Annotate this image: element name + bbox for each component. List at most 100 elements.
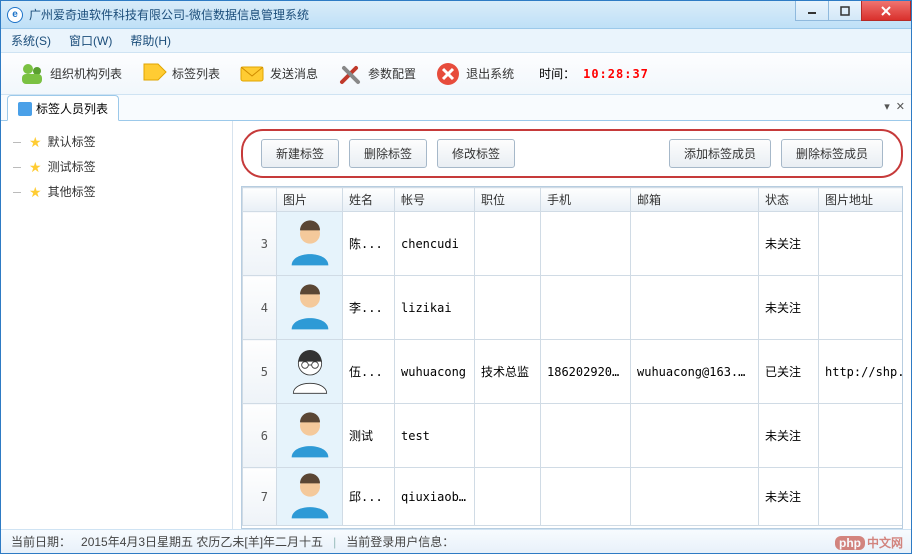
watermark: phpphp中文网中文网 <box>835 534 903 551</box>
table-row[interactable]: 4李...lizikai未关注 <box>243 276 904 340</box>
menu-help[interactable]: 帮助(H) <box>130 32 171 49</box>
col-row[interactable] <box>243 188 277 212</box>
tab-controls: ▾ ✕ <box>884 100 905 113</box>
cell-position <box>475 276 541 340</box>
col-pic[interactable]: 图片 <box>277 188 343 212</box>
cell-status: 未关注 <box>759 404 819 468</box>
cell-pic <box>277 212 343 276</box>
col-phone[interactable]: 手机 <box>541 188 631 212</box>
cell-url: http://shp.qpi <box>819 340 904 404</box>
time-label: 时间： <box>539 65 575 82</box>
cell-status: 未关注 <box>759 276 819 340</box>
maximize-button[interactable] <box>828 1 862 21</box>
tb-tag-list[interactable]: 标签列表 <box>133 55 227 93</box>
tree-item-test[interactable]: ★ 测试标签 <box>5 154 228 179</box>
new-tag-button[interactable]: 新建标签 <box>261 139 339 168</box>
cell-pic <box>277 404 343 468</box>
cell-position <box>475 404 541 468</box>
tb-params[interactable]: 参数配置 <box>329 55 423 93</box>
edit-tag-button[interactable]: 修改标签 <box>437 139 515 168</box>
tb-org-list[interactable]: 组织机构列表 <box>11 55 129 93</box>
star-icon: ★ <box>29 160 42 174</box>
menu-window[interactable]: 窗口(W) <box>69 32 112 49</box>
users-icon <box>18 60 46 88</box>
menu-system[interactable]: 系统(S) <box>11 32 51 49</box>
cell-position: 技术总监 <box>475 340 541 404</box>
tree-label: 测试标签 <box>48 158 96 175</box>
tools-icon <box>336 60 364 88</box>
mail-icon <box>238 60 266 88</box>
row-number: 4 <box>243 276 277 340</box>
tb-send-message[interactable]: 发送消息 <box>231 55 325 93</box>
tb-label: 退出系统 <box>466 65 514 82</box>
col-name[interactable]: 姓名 <box>343 188 395 212</box>
cell-url <box>819 468 904 526</box>
row-number: 7 <box>243 468 277 526</box>
exit-icon <box>434 60 462 88</box>
cell-account: qiuxiaobin <box>395 468 475 526</box>
status-date-value: 2015年4月3日星期五 农历乙未[羊]年二月十五 <box>81 533 323 550</box>
tab-menu-button[interactable]: ▾ <box>884 100 890 113</box>
cell-pic <box>277 468 343 526</box>
cell-phone <box>541 468 631 526</box>
main-area: ★ 默认标签 ★ 测试标签 ★ 其他标签 新建标签 删除标签 修改标签 添加标签成员 … <box>1 121 911 529</box>
window-controls <box>796 1 911 21</box>
add-member-button[interactable]: 添加标签成员 <box>669 139 771 168</box>
tree-label: 默认标签 <box>48 133 96 150</box>
cell-url <box>819 276 904 340</box>
cell-account: lizikai <box>395 276 475 340</box>
tb-exit[interactable]: 退出系统 <box>427 55 521 93</box>
col-pic-url[interactable]: 图片地址 <box>819 188 904 212</box>
members-table: 图片 姓名 帐号 职位 手机 邮箱 状态 图片地址 3陈...chencudi未… <box>242 187 903 526</box>
col-email[interactable]: 邮箱 <box>631 188 759 212</box>
col-account[interactable]: 帐号 <box>395 188 475 212</box>
cell-name: 测试 <box>343 404 395 468</box>
tb-label: 标签列表 <box>172 65 220 82</box>
star-icon: ★ <box>29 185 42 199</box>
cell-phone <box>541 276 631 340</box>
star-icon: ★ <box>29 135 42 149</box>
col-status[interactable]: 状态 <box>759 188 819 212</box>
delete-member-button[interactable]: 删除标签成员 <box>781 139 883 168</box>
tree-item-default[interactable]: ★ 默认标签 <box>5 129 228 154</box>
statusbar: 当前日期： 2015年4月3日星期五 农历乙未[羊]年二月十五 | 当前登录用户… <box>1 529 911 553</box>
tree-item-other[interactable]: ★ 其他标签 <box>5 179 228 204</box>
tab-close-button[interactable]: ✕ <box>896 100 905 113</box>
toolbar: 组织机构列表 标签列表 发送消息 参数配置 退出系统 时间： 10:28:37 <box>1 53 911 95</box>
cell-position <box>475 212 541 276</box>
cell-phone <box>541 212 631 276</box>
tab-tag-members[interactable]: 标签人员列表 <box>7 95 119 121</box>
table-row[interactable]: 3陈...chencudi未关注 <box>243 212 904 276</box>
cell-url <box>819 212 904 276</box>
table-row[interactable]: 7邱...qiuxiaobin未关注 <box>243 468 904 526</box>
close-button[interactable] <box>861 1 911 21</box>
cell-url <box>819 404 904 468</box>
cell-status: 未关注 <box>759 212 819 276</box>
cell-account: wuhuacong <box>395 340 475 404</box>
row-number: 5 <box>243 340 277 404</box>
tb-label: 组织机构列表 <box>50 65 122 82</box>
time-value: 10:28:37 <box>583 67 649 81</box>
table-row[interactable]: 5伍...wuhuacong技术总监18620292075wuhuacong@1… <box>243 340 904 404</box>
col-position[interactable]: 职位 <box>475 188 541 212</box>
tree-label: 其他标签 <box>48 183 96 200</box>
tag-tree: ★ 默认标签 ★ 测试标签 ★ 其他标签 <box>5 129 228 204</box>
status-date-label: 当前日期： <box>11 533 71 550</box>
app-icon: e <box>7 7 23 23</box>
window-title: 广州爱奇迪软件科技有限公司-微信数据信息管理系统 <box>29 6 309 23</box>
cell-email <box>631 276 759 340</box>
data-grid[interactable]: 图片 姓名 帐号 职位 手机 邮箱 状态 图片地址 3陈...chencudi未… <box>241 186 903 529</box>
cell-position <box>475 468 541 526</box>
time-block: 时间： 10:28:37 <box>539 65 649 82</box>
titlebar: e 广州爱奇迪软件科技有限公司-微信数据信息管理系统 <box>1 1 911 29</box>
menubar: 系统(S) 窗口(W) 帮助(H) <box>1 29 911 53</box>
cell-pic <box>277 276 343 340</box>
table-row[interactable]: 6测试test未关注 <box>243 404 904 468</box>
tag-icon <box>140 60 168 88</box>
action-bar: 新建标签 删除标签 修改标签 添加标签成员 删除标签成员 <box>241 129 903 178</box>
cell-name: 陈... <box>343 212 395 276</box>
delete-tag-button[interactable]: 删除标签 <box>349 139 427 168</box>
cell-email: wuhuacong@163.com <box>631 340 759 404</box>
minimize-button[interactable] <box>795 1 829 21</box>
row-number: 6 <box>243 404 277 468</box>
